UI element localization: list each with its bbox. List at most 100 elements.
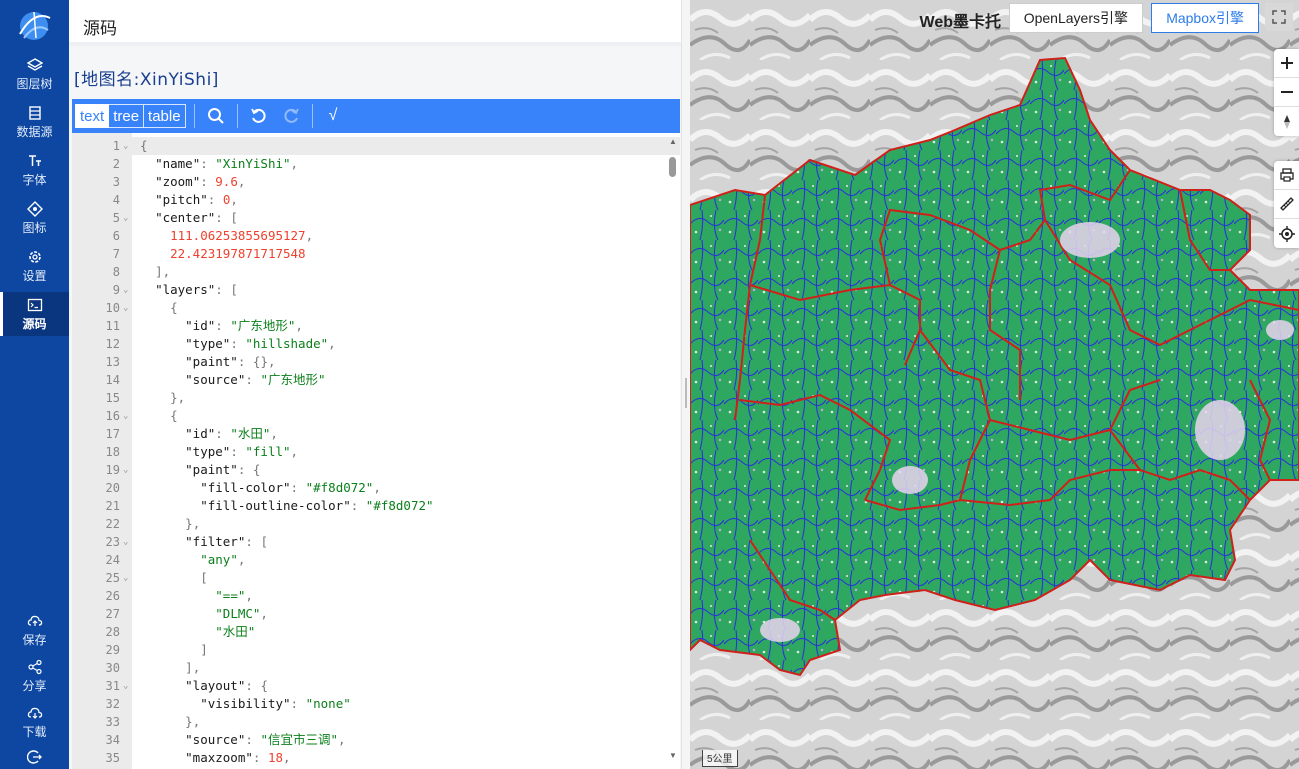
mode-tree-button[interactable]: tree (109, 104, 145, 128)
code-line[interactable]: 24 "any", (72, 551, 680, 569)
split-handle[interactable] (682, 0, 690, 769)
zoom-in-button[interactable] (1274, 49, 1299, 78)
logo-icon (19, 11, 51, 40)
scroll-up-arrow[interactable]: ▲ (668, 137, 678, 146)
code-line[interactable]: 11 "id": "广东地形", (72, 317, 680, 335)
code-line[interactable]: 3 "zoom": 9.6, (72, 173, 680, 191)
mapbox-engine-button[interactable]: Mapbox引擎 (1151, 3, 1259, 33)
share-button[interactable]: 分享 (0, 654, 69, 698)
code-line[interactable]: 20 "fill-color": "#f8d072", (72, 479, 680, 497)
code-text: "layout": { (185, 678, 268, 693)
mode-text-button[interactable]: text (75, 104, 110, 128)
code-line[interactable]: 5 ⌄ "center": [ (72, 209, 680, 227)
openlayers-engine-button[interactable]: OpenLayers引擎 (1008, 3, 1143, 33)
font-icon (28, 154, 41, 166)
code-line[interactable]: 30 ], (72, 659, 680, 677)
sidebar-item-symbol[interactable]: 图标 (0, 196, 69, 240)
code-line[interactable]: 21 "fill-outline-color": "#f8d072" (72, 497, 680, 515)
fold-toggle-icon[interactable]: ⌄ (123, 533, 128, 551)
code-text: ], (155, 264, 171, 279)
fold-toggle-icon[interactable]: ⌄ (123, 569, 128, 587)
code-line[interactable]: 29 ] (72, 641, 680, 659)
line-number: 4 (112, 193, 120, 207)
line-number: 8 (112, 265, 120, 279)
fold-toggle-icon[interactable]: ⌄ (123, 407, 128, 425)
code-line[interactable]: 28 "水田" (72, 623, 680, 641)
code-line[interactable]: 1 ⌄ { (72, 137, 680, 155)
line-number: 17 (105, 427, 120, 441)
cloud-upload-icon (27, 615, 42, 626)
sidebar-item-settings[interactable]: 设置 (0, 244, 69, 288)
code-line[interactable]: 15 }, (72, 389, 680, 407)
redo-button[interactable] (278, 103, 304, 129)
map-view[interactable]: Web墨卡托 OpenLayers引擎 Mapbox引擎 5公里 (690, 0, 1299, 769)
code-text: "name": "XinYiShi", (155, 156, 299, 171)
sidebar-item-datasource[interactable]: 数据源 (0, 100, 69, 144)
code-line[interactable]: 12 "type": "hillshade", (72, 335, 680, 353)
code-line[interactable]: 9 ⌄ "layers": [ (72, 281, 680, 299)
fullscreen-button[interactable] (1265, 3, 1293, 31)
code-line[interactable]: 8 ], (72, 263, 680, 281)
line-number: 5 (112, 211, 120, 225)
code-line[interactable]: 17 "id": "水田", (72, 425, 680, 443)
undo-button[interactable] (246, 103, 272, 129)
fold-toggle-icon[interactable]: ⌄ (123, 299, 128, 317)
print-button[interactable] (1274, 161, 1299, 190)
sidebar-item-layers[interactable]: 图层树 (0, 52, 69, 96)
line-number: 34 (105, 733, 120, 747)
code-line[interactable]: 13 "paint": {}, (72, 353, 680, 371)
code-line[interactable]: 32 "visibility": "none" (72, 695, 680, 713)
logout-button[interactable] (0, 748, 69, 768)
code-text: "pitch": 0, (155, 192, 238, 207)
code-editor[interactable]: 1 ⌄{2 "name": "XinYiShi", 3 "zoom": 9.6, 4 … (72, 133, 680, 769)
fold-toggle-icon[interactable]: ⌄ (123, 677, 128, 695)
fold-toggle-icon[interactable]: ⌄ (123, 137, 128, 155)
line-number: 1 (112, 139, 120, 153)
code-line[interactable]: 19 ⌄ "paint": { (72, 461, 680, 479)
code-line[interactable]: 7 22.423197871717548 (72, 245, 680, 263)
line-number: 23 (105, 535, 120, 549)
code-line[interactable]: 10 ⌄ { (72, 299, 680, 317)
sidebar-item-label: 图标 (22, 220, 47, 235)
code-line[interactable]: 18 "type": "fill", (72, 443, 680, 461)
code-line[interactable]: 22 }, (72, 515, 680, 533)
zoom-out-button[interactable] (1274, 78, 1299, 107)
code-line[interactable]: 23 ⌄ "filter": [ (72, 533, 680, 551)
fold-toggle-icon[interactable]: ⌄ (123, 461, 128, 479)
code-line[interactable]: 31 ⌄ "layout": { (72, 677, 680, 695)
save-button[interactable]: 保存 (0, 608, 69, 652)
code-line[interactable]: 16 ⌄ { (72, 407, 680, 425)
search-button[interactable] (203, 103, 229, 129)
compass-button[interactable] (1274, 107, 1299, 136)
fold-toggle-icon[interactable]: ⌄ (123, 209, 128, 227)
code-line[interactable]: 4 "pitch": 0, (72, 191, 680, 209)
measure-button[interactable] (1274, 190, 1299, 219)
scrollbar-thumb[interactable] (669, 157, 676, 177)
locate-button[interactable] (1274, 219, 1299, 248)
code-text: "source": "广东地形" (185, 372, 326, 387)
editor-toolbar: text tree table √ (72, 99, 680, 133)
code-line[interactable]: 34 "source": "信宜市三调", (72, 731, 680, 749)
validate-button[interactable]: √ (321, 107, 346, 125)
code-line[interactable]: 33 }, (72, 713, 680, 731)
navigation-controls (1274, 49, 1299, 136)
mode-table-button[interactable]: table (144, 104, 186, 128)
app-root: 图层树 数据源 字体 图标 设置 源码 保存 分享 下载 源码 [地图名:Xin… (0, 0, 1299, 769)
code-line[interactable]: 25 ⌄ [ (72, 569, 680, 587)
scroll-down-arrow[interactable]: ▼ (668, 751, 678, 760)
code-line[interactable]: 27 "DLMC", (72, 605, 680, 623)
sidebar-item-font[interactable]: 字体 (0, 148, 69, 192)
sidebar-item-source[interactable]: 源码 (0, 292, 69, 336)
source-panel: 源码 [地图名:XinYiShi] text tree table √ 1 ⌄{2… (69, 0, 682, 769)
code-line[interactable]: 26 "==", (72, 587, 680, 605)
fold-toggle-icon[interactable]: ⌄ (123, 281, 128, 299)
line-number: 10 (105, 301, 120, 315)
code-line[interactable]: 35 "maxzoom": 18, (72, 749, 680, 767)
panel-header: 源码 (69, 0, 681, 46)
code-line[interactable]: 14 "source": "广东地形" (72, 371, 680, 389)
code-line[interactable]: 6 111.06253855695127, (72, 227, 680, 245)
download-button[interactable]: 下载 (0, 700, 69, 744)
sidebar-item-label: 字体 (22, 172, 47, 187)
code-line[interactable]: 2 "name": "XinYiShi", (72, 155, 680, 173)
download-label: 下载 (22, 724, 47, 739)
